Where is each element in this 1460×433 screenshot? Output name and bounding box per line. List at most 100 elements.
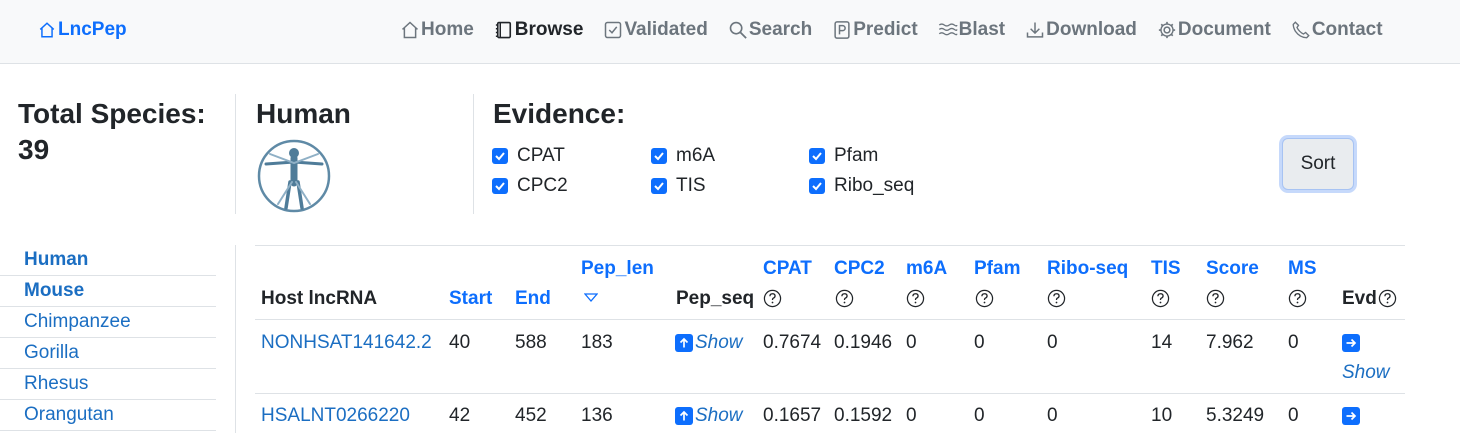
- cell-pep-len: 183: [581, 332, 613, 353]
- nav-predict-label: Predict: [853, 19, 918, 40]
- nav-validated[interactable]: Validated: [603, 19, 708, 41]
- arrow-up-icon[interactable]: [675, 407, 693, 425]
- question-icon[interactable]: [906, 289, 925, 308]
- nav-document[interactable]: Document: [1157, 19, 1271, 41]
- header-pfam[interactable]: Pfam: [974, 258, 1020, 280]
- divider: [473, 94, 474, 214]
- cell-ms: 0: [1288, 332, 1299, 353]
- header-cpc2[interactable]: CPC2: [834, 258, 885, 280]
- nav-browse-label: Browse: [514, 19, 584, 40]
- book-icon: [495, 21, 511, 39]
- sidebar-item-orangutan[interactable]: Orangutan: [0, 400, 216, 431]
- evidence-checkbox-m6a[interactable]: m6A: [651, 144, 715, 168]
- question-icon[interactable]: [1378, 289, 1397, 308]
- nav-blast[interactable]: Blast: [938, 19, 1005, 41]
- header-ms[interactable]: MS: [1288, 258, 1317, 280]
- cell-start: 40: [449, 332, 471, 353]
- evidence-checkbox-cpc2[interactable]: CPC2: [492, 174, 568, 198]
- question-icon[interactable]: [1151, 289, 1170, 308]
- evidence-checkbox-cpat[interactable]: CPAT: [492, 144, 565, 168]
- question-icon[interactable]: [1288, 289, 1307, 308]
- header-ribo-seq[interactable]: Ribo-seq: [1047, 258, 1128, 280]
- question-icon[interactable]: [835, 289, 854, 308]
- evidence-label: Pfam: [834, 145, 879, 166]
- evidence-checkbox-tis[interactable]: TIS: [651, 174, 706, 198]
- nav-home-label: Home: [421, 19, 474, 40]
- cell-tis: 10: [1151, 405, 1173, 426]
- brand-link[interactable]: LncPep: [38, 18, 127, 42]
- header-score[interactable]: Score: [1206, 258, 1259, 280]
- question-icon[interactable]: [1206, 289, 1225, 308]
- arrow-right-icon[interactable]: [1342, 407, 1360, 425]
- cell-ribo-seq: 0: [1047, 332, 1058, 353]
- sidebar-item-gorilla[interactable]: Gorilla: [0, 338, 216, 369]
- header-start[interactable]: Start: [449, 288, 492, 310]
- checkbox-checked-icon[interactable]: [651, 148, 667, 164]
- evidence-checkbox-pfam[interactable]: Pfam: [809, 144, 878, 168]
- home-icon: [401, 21, 419, 39]
- checkbox-checked-icon[interactable]: [809, 148, 825, 164]
- nav-contact-label: Contact: [1311, 19, 1383, 40]
- search-icon: [729, 21, 747, 39]
- evidence-label: Ribo_seq: [834, 175, 915, 196]
- checkbox-checked-icon[interactable]: [492, 148, 508, 164]
- cell-start: 42: [449, 405, 471, 426]
- row-divider: [255, 393, 1405, 394]
- question-icon[interactable]: [975, 289, 994, 308]
- sidebar-item-mouse[interactable]: Mouse: [0, 276, 216, 307]
- cell-cpc2: 0.1946: [834, 332, 893, 353]
- evidence-label: CPAT: [517, 145, 565, 166]
- nav-contact[interactable]: Contact: [1291, 19, 1383, 41]
- nav-document-label: Document: [1177, 19, 1271, 40]
- header-cpat[interactable]: CPAT: [763, 258, 812, 280]
- host-lncrna-link[interactable]: HSALNT0266220: [261, 405, 410, 427]
- sidebar-item-chimpanzee[interactable]: Chimpanzee: [0, 307, 216, 338]
- checkbox-checked-icon[interactable]: [651, 178, 667, 194]
- show-pep-seq-link[interactable]: Show: [695, 332, 743, 354]
- nav-predict[interactable]: Predict: [832, 19, 918, 41]
- cell-score: 7.962: [1206, 332, 1254, 353]
- nav-download-label: Download: [1046, 19, 1137, 40]
- header-pep-len[interactable]: Pep_len: [581, 258, 654, 280]
- home-icon: [39, 22, 55, 38]
- nav-download[interactable]: Download: [1025, 19, 1137, 41]
- top-navbar: LncPep Home Browse Validated Search Pred…: [0, 0, 1460, 64]
- header-pep-seq: Pep_seq: [676, 288, 755, 309]
- header-tis[interactable]: TIS: [1151, 258, 1181, 280]
- nav-home[interactable]: Home: [400, 19, 474, 41]
- nav-browse[interactable]: Browse: [494, 19, 584, 41]
- arrow-up-icon[interactable]: [675, 334, 693, 352]
- evidence-label: TIS: [676, 175, 706, 196]
- wave-icon: [938, 23, 958, 36]
- host-lncrna-link[interactable]: NONHSAT141642.2: [261, 332, 432, 354]
- checkbox-checked-icon[interactable]: [492, 178, 508, 194]
- header-evd: Evd: [1342, 288, 1377, 309]
- cell-ribo-seq: 0: [1047, 405, 1058, 426]
- gear-icon: [1158, 21, 1176, 39]
- nav-search[interactable]: Search: [728, 19, 812, 41]
- show-pep-seq-link[interactable]: Show: [695, 405, 743, 427]
- cell-end: 452: [515, 405, 547, 426]
- evidence-checkbox-ribo-seq[interactable]: Ribo_seq: [809, 174, 914, 198]
- row-divider: [255, 319, 1405, 320]
- question-icon[interactable]: [1047, 289, 1066, 308]
- brand-label: LncPep: [58, 19, 127, 40]
- header-host-lncrna: Host lncRNA: [261, 288, 378, 309]
- human-figure-icon: [257, 139, 331, 213]
- header-m6a[interactable]: m6A: [906, 258, 947, 280]
- sort-button[interactable]: Sort: [1282, 138, 1354, 190]
- nav-blast-label: Blast: [958, 19, 1006, 40]
- header-end[interactable]: End: [515, 288, 551, 310]
- cell-tis: 14: [1151, 332, 1173, 353]
- question-icon[interactable]: [763, 289, 782, 308]
- checkbox-checked-icon[interactable]: [809, 178, 825, 194]
- show-evidence-link[interactable]: Show: [1342, 362, 1390, 384]
- peptide-table: Host lncRNA Start End Pep_len Pep_seq CP…: [255, 245, 1405, 433]
- arrow-right-icon[interactable]: [1342, 334, 1360, 352]
- sidebar-item-human[interactable]: Human: [0, 245, 216, 276]
- sort-desc-icon[interactable]: [584, 293, 598, 303]
- total-species: Total Species: 39: [18, 96, 228, 168]
- cell-end: 588: [515, 332, 547, 353]
- cell-pfam: 0: [974, 405, 985, 426]
- sidebar-item-rhesus[interactable]: Rhesus: [0, 369, 216, 400]
